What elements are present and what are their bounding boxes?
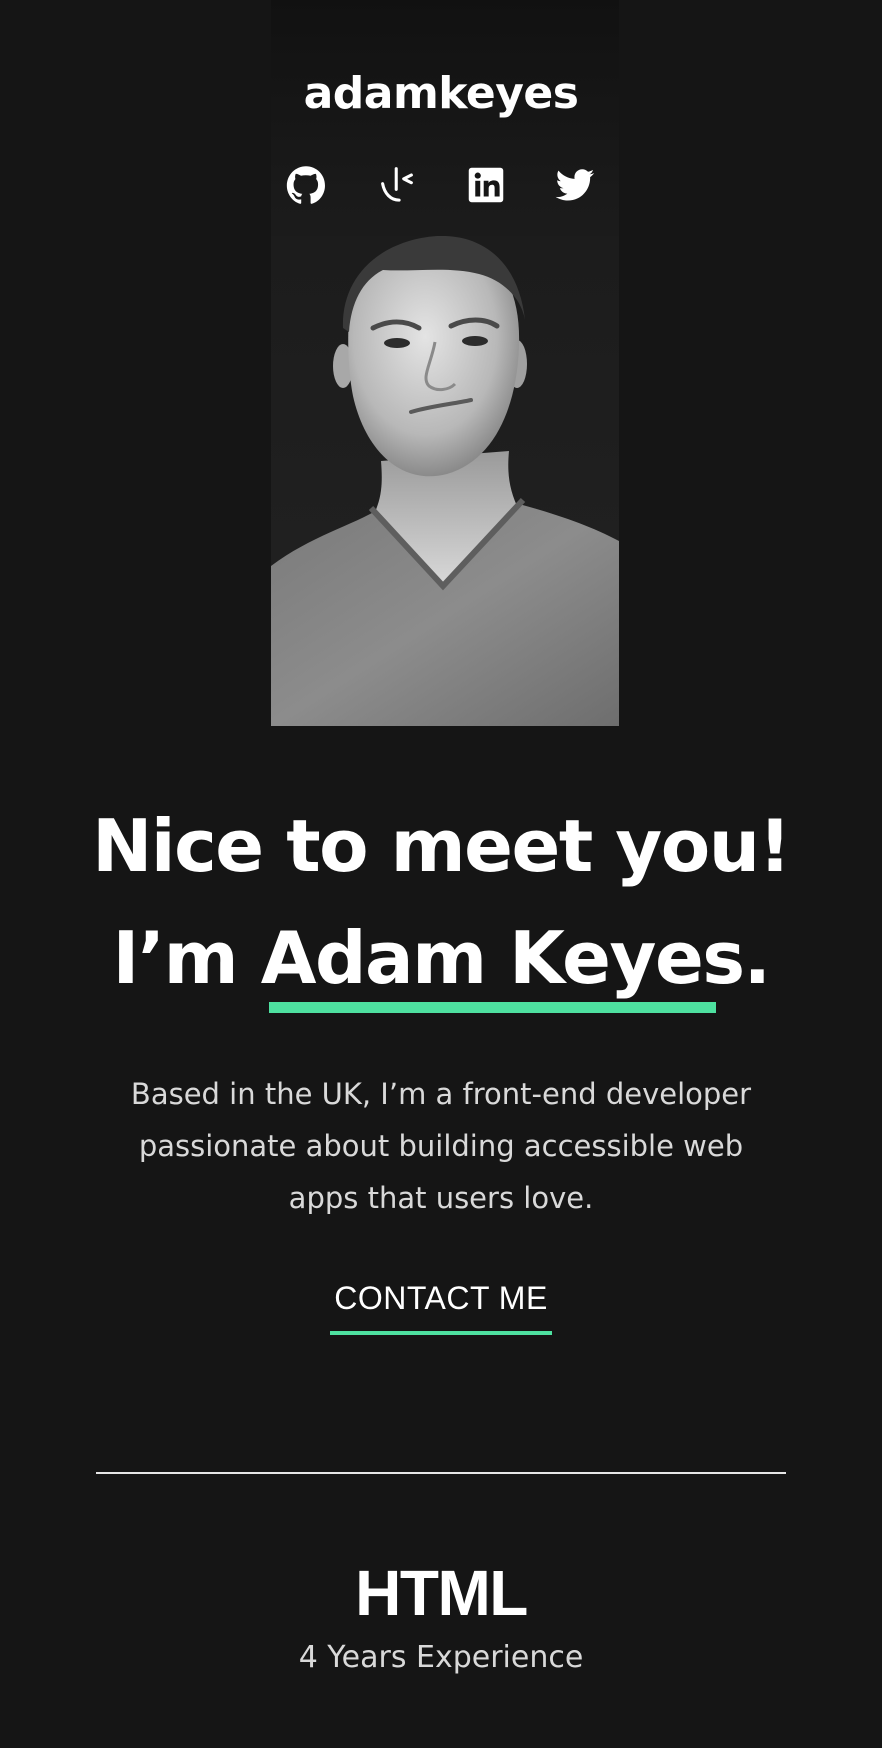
section-divider <box>96 1472 786 1474</box>
linkedin-icon <box>463 162 509 208</box>
twitter-link[interactable] <box>552 162 598 208</box>
headline-prefix: I’m <box>112 916 261 1000</box>
contact-me-button[interactable]: CONTACT ME <box>330 1280 552 1335</box>
headline-greeting: Nice to meet you! <box>92 804 791 888</box>
twitter-icon <box>552 162 598 208</box>
headline-name: Adam Keyes <box>260 916 745 1000</box>
frontend-mentor-icon <box>374 162 420 208</box>
linkedin-link[interactable] <box>463 162 509 208</box>
site-logo[interactable]: adamkeyes <box>0 68 882 119</box>
hero-headline: Nice to meet you! I’m Adam Keyes. <box>0 790 882 1014</box>
name-underline <box>269 1002 716 1013</box>
headline-period: . <box>743 916 771 1000</box>
frontend-mentor-link[interactable] <box>374 162 420 208</box>
skill-title: HTML <box>355 1557 528 1629</box>
skill-experience: 4 Years Experience <box>298 1640 584 1675</box>
intro-text: Based in the UK, I’m a front-end develop… <box>130 1077 752 1215</box>
github-link[interactable] <box>283 162 329 208</box>
profile-photo <box>271 236 619 726</box>
github-icon <box>283 162 329 208</box>
social-links <box>0 162 882 208</box>
